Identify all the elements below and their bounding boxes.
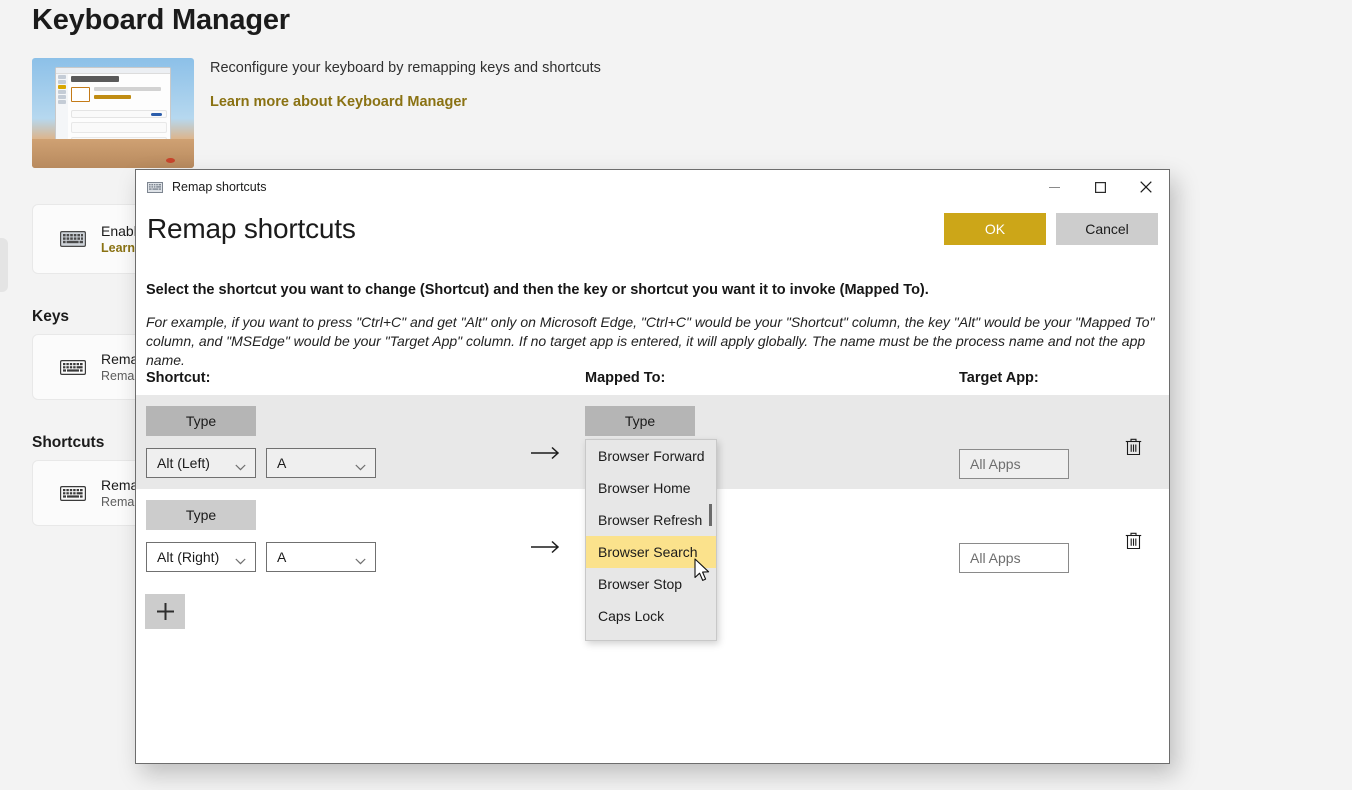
- column-header-mapped-to: Mapped To:: [585, 370, 666, 386]
- cancel-button[interactable]: Cancel: [1056, 213, 1158, 245]
- add-shortcut-button[interactable]: [145, 594, 185, 629]
- close-icon[interactable]: [1123, 170, 1169, 204]
- keyboard-icon: [51, 231, 95, 247]
- arrow-right-icon: [531, 537, 561, 560]
- keyboard-icon: [51, 359, 95, 375]
- type-button-shortcut[interactable]: Type: [146, 500, 256, 530]
- ok-button[interactable]: OK: [944, 213, 1046, 245]
- dropdown-option[interactable]: Browser Forward: [586, 440, 716, 472]
- shortcut-key-value: A: [277, 549, 287, 565]
- section-heading-shortcuts: Shortcuts: [32, 434, 105, 451]
- type-button-shortcut[interactable]: Type: [146, 406, 256, 436]
- keyboard-icon: [147, 181, 163, 193]
- type-button-mapped-to[interactable]: Type: [585, 406, 695, 436]
- chevron-down-icon: [355, 552, 366, 568]
- dropdown-option[interactable]: Browser Refresh: [586, 504, 716, 536]
- column-header-shortcut: Shortcut:: [146, 370, 211, 386]
- column-header-target-app: Target App:: [959, 370, 1039, 386]
- learn-more-link[interactable]: Learn more about Keyboard Manager: [210, 94, 467, 110]
- trash-icon[interactable]: [1121, 433, 1145, 459]
- keyboard-icon: [51, 485, 95, 501]
- trash-icon[interactable]: [1121, 527, 1145, 553]
- dialog-heading: Remap shortcuts: [147, 213, 356, 244]
- chevron-down-icon: [235, 458, 246, 474]
- dialog-description-primary: Select the shortcut you want to change (…: [146, 282, 929, 298]
- dropdown-option-selected[interactable]: Browser Search: [586, 536, 716, 568]
- mapped-to-dropdown-list[interactable]: Browser Forward Browser Home Browser Ref…: [585, 439, 717, 641]
- dropdown-option[interactable]: Caps Lock: [586, 600, 716, 632]
- target-app-input[interactable]: All Apps: [959, 449, 1069, 479]
- section-heading-keys: Keys: [32, 308, 70, 325]
- shortcut-modifier-value: Alt (Left): [157, 455, 210, 471]
- target-app-input[interactable]: All Apps: [959, 543, 1069, 573]
- target-app-placeholder: All Apps: [970, 456, 1021, 472]
- dropdown-scrollbar-thumb[interactable]: [709, 504, 712, 526]
- dropdown-option[interactable]: Browser Home: [586, 472, 716, 504]
- chevron-down-icon: [235, 552, 246, 568]
- shortcut-modifier-value: Alt (Right): [157, 549, 220, 565]
- hero-thumbnail-image: [32, 58, 194, 168]
- arrow-right-icon: [531, 443, 561, 466]
- minimize-icon[interactable]: [1031, 170, 1077, 204]
- shortcut-key-value: A: [277, 455, 287, 471]
- page-title: Keyboard Manager: [32, 4, 290, 36]
- dialog-description-example: For example, if you want to press "Ctrl+…: [146, 314, 1155, 368]
- dialog-titlebar-title: Remap shortcuts: [172, 180, 267, 194]
- dropdown-option[interactable]: Browser Stop: [586, 568, 716, 600]
- hero-description: Reconfigure your keyboard by remapping k…: [210, 60, 601, 76]
- shortcut-modifier-dropdown[interactable]: Alt (Right): [146, 542, 256, 572]
- shortcut-modifier-dropdown[interactable]: Alt (Left): [146, 448, 256, 478]
- target-app-placeholder: All Apps: [970, 550, 1021, 566]
- shortcut-key-dropdown[interactable]: A: [266, 542, 376, 572]
- dialog-titlebar[interactable]: Remap shortcuts: [136, 170, 1169, 204]
- left-edge-handle[interactable]: [0, 238, 8, 292]
- maximize-icon[interactable]: [1077, 170, 1123, 204]
- chevron-down-icon: [355, 458, 366, 474]
- shortcut-key-dropdown[interactable]: A: [266, 448, 376, 478]
